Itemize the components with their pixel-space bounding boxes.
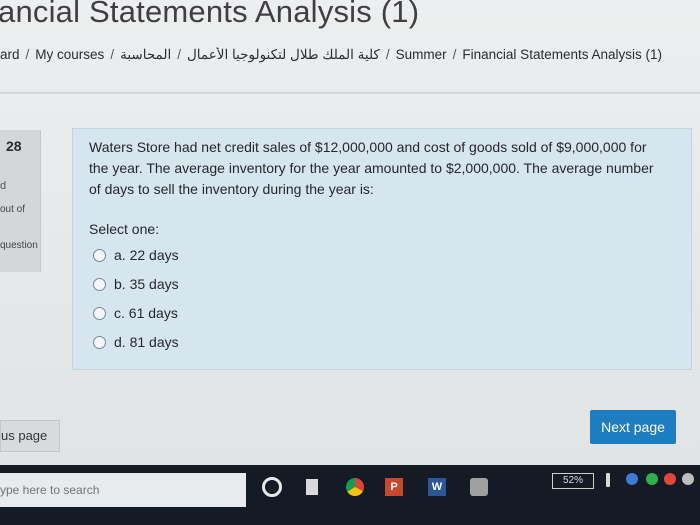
tray-app-icon[interactable] xyxy=(646,473,658,485)
radio-button-icon[interactable] xyxy=(93,306,106,320)
question-text: Waters Store had net credit sales of $12… xyxy=(89,139,654,197)
answer-option-c[interactable]: c. 61 days xyxy=(93,305,178,321)
question-state: d xyxy=(0,180,7,192)
divider xyxy=(0,92,700,94)
flag-question-link[interactable]: question xyxy=(0,240,38,251)
answer-option-a[interactable]: a. 22 days xyxy=(93,247,179,263)
video-app-icon[interactable] xyxy=(470,478,488,496)
download-icon[interactable] xyxy=(606,473,610,487)
answer-option-label: b. 35 days xyxy=(114,276,179,292)
taskbar-search-box[interactable]: ype here to search xyxy=(0,473,246,507)
answer-option-label: a. 22 days xyxy=(114,247,179,263)
tray-app-icon[interactable] xyxy=(626,473,638,485)
battery-indicator[interactable]: 52% xyxy=(552,473,594,489)
breadcrumb: ard / My courses / كلية الملك طلال لتكنولوجي… xyxy=(0,47,662,62)
cortana-icon[interactable] xyxy=(262,477,282,497)
browser-page: ancial Statements Analysis (1) ard / My co… xyxy=(0,0,700,465)
chrome-icon[interactable] xyxy=(346,478,364,496)
word-icon[interactable]: W xyxy=(428,478,446,496)
question-content-box: Waters Store had net credit sales of $12… xyxy=(72,128,692,370)
breadcrumb-item-college[interactable]: كلية الملك طلال لتكنولوجيا الأعمال xyxy=(187,47,380,62)
question-info-panel: 28 d out of question xyxy=(0,130,41,272)
answer-option-d[interactable]: d. 81 days xyxy=(93,334,179,350)
select-one-label: Select one: xyxy=(89,221,160,237)
breadcrumb-item-my-courses[interactable]: My courses xyxy=(35,47,104,62)
breadcrumb-item-summer[interactable]: Summer xyxy=(396,47,447,62)
tray-app-icon[interactable] xyxy=(682,473,694,485)
radio-button-icon[interactable] xyxy=(93,277,106,291)
question-mark: out of xyxy=(0,204,26,215)
breadcrumb-item-dashboard[interactable]: ard xyxy=(0,47,20,62)
windows-taskbar: ype here to search P W 52% xyxy=(0,465,700,525)
breadcrumb-item-course[interactable]: Financial Statements Analysis (1) xyxy=(462,47,662,62)
task-view-icon[interactable] xyxy=(306,479,318,495)
breadcrumb-item-accounting[interactable]: المحاسبة xyxy=(120,47,171,62)
question-number: 28 xyxy=(6,138,22,154)
answer-option-label: c. 61 days xyxy=(114,305,178,321)
tray-app-icon[interactable] xyxy=(664,473,676,485)
next-page-button[interactable]: Next page xyxy=(590,410,676,444)
radio-button-icon[interactable] xyxy=(93,248,106,262)
previous-page-button[interactable]: us page xyxy=(0,420,60,452)
page-title: ancial Statements Analysis (1) xyxy=(0,0,420,29)
answer-option-label: d. 81 days xyxy=(114,334,179,350)
answer-option-b[interactable]: b. 35 days xyxy=(93,276,179,292)
powerpoint-icon[interactable]: P xyxy=(385,478,403,496)
radio-button-icon[interactable] xyxy=(93,335,106,349)
